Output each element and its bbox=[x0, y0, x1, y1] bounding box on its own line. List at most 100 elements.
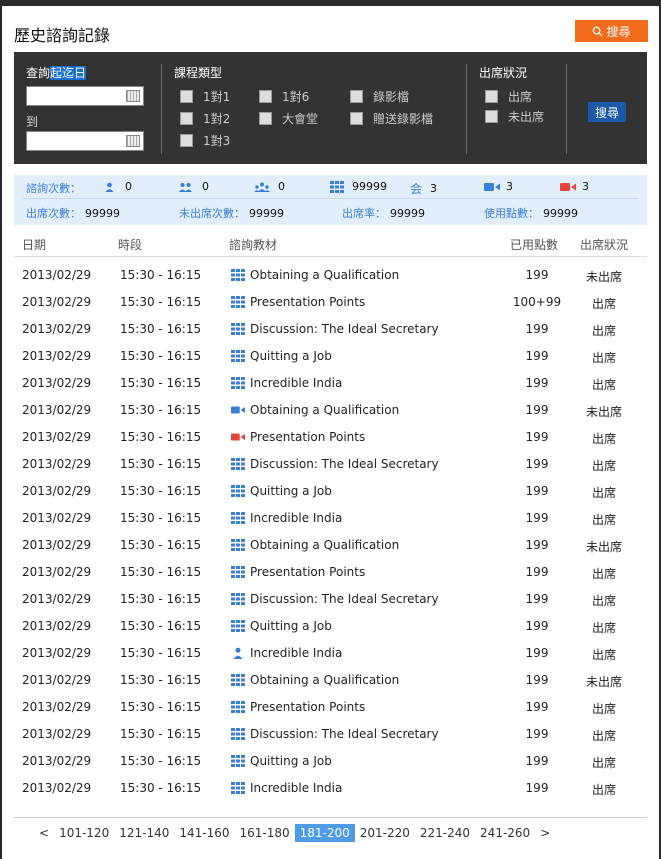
row-material[interactable]: Presentation Points bbox=[231, 700, 365, 714]
calendar-icon[interactable] bbox=[126, 90, 140, 102]
course-type-checkbox[interactable]: 1對2 bbox=[180, 110, 230, 127]
divider bbox=[161, 64, 162, 154]
row-material[interactable]: Discussion: The Ideal Secretary bbox=[231, 727, 439, 741]
row-material-label[interactable]: Quitting a Job bbox=[250, 619, 332, 633]
table-row: 2013/02/29 15:30 - 16:15 Obtaining a Quali… bbox=[14, 668, 647, 695]
row-material[interactable]: Discussion: The Ideal Secretary bbox=[231, 457, 439, 471]
course-type-checkbox[interactable]: 1對3 bbox=[180, 132, 230, 149]
checkbox[interactable] bbox=[485, 90, 498, 103]
row-material-label[interactable]: Incredible India bbox=[250, 781, 342, 795]
grid-icon bbox=[231, 728, 245, 740]
column-header-date: 日期 bbox=[22, 238, 47, 252]
checkbox[interactable] bbox=[350, 112, 363, 125]
checkbox[interactable] bbox=[350, 90, 363, 103]
row-material-label[interactable]: Discussion: The Ideal Secretary bbox=[250, 322, 439, 336]
row-material-label[interactable]: Presentation Points bbox=[250, 295, 365, 309]
row-material[interactable]: Incredible India bbox=[231, 781, 342, 795]
row-material[interactable]: Obtaining a Qualification bbox=[231, 673, 399, 687]
table-row: 2013/02/29 15:30 - 16:15 Presentation Poin… bbox=[14, 290, 647, 317]
end-date-field[interactable] bbox=[26, 131, 144, 151]
course-type-checkbox[interactable]: 1對6 bbox=[259, 88, 309, 105]
row-status: 未出席 bbox=[585, 270, 622, 284]
video-icon bbox=[484, 182, 500, 191]
row-material-label[interactable]: Incredible India bbox=[250, 646, 342, 660]
row-status: 出席 bbox=[591, 729, 616, 743]
row-material-label[interactable]: Incredible India bbox=[250, 511, 342, 525]
course-type-checkbox[interactable]: 大會堂 bbox=[259, 110, 318, 127]
filter-search-button[interactable]: 搜尋 bbox=[588, 102, 626, 122]
row-points: 199 bbox=[525, 565, 549, 579]
row-material-label[interactable]: Presentation Points bbox=[250, 565, 365, 579]
grid-icon bbox=[231, 701, 245, 713]
page-link[interactable]: 161-180 bbox=[234, 824, 294, 842]
row-time: 15:30 - 16:15 bbox=[120, 322, 202, 336]
row-material-label[interactable]: Incredible India bbox=[250, 376, 342, 390]
row-material[interactable]: Quitting a Job bbox=[231, 484, 332, 498]
row-material[interactable]: Obtaining a Qualification bbox=[231, 538, 399, 552]
row-material-label[interactable]: Discussion: The Ideal Secretary bbox=[250, 457, 439, 471]
row-material-label[interactable]: Obtaining a Qualification bbox=[250, 538, 399, 552]
row-material[interactable]: Discussion: The Ideal Secretary bbox=[231, 322, 439, 336]
prev-page-button[interactable]: < bbox=[34, 824, 54, 842]
stat-absent: 未出席次數： 99999 bbox=[179, 206, 284, 221]
next-page-button[interactable]: > bbox=[535, 824, 555, 842]
row-material[interactable]: Quitting a Job bbox=[231, 619, 332, 633]
row-material[interactable]: Incredible India bbox=[231, 511, 342, 525]
row-points: 199 bbox=[525, 538, 549, 552]
attendance-heading: 出席狀況 bbox=[479, 66, 528, 80]
page-link[interactable]: 221-240 bbox=[415, 824, 475, 842]
row-material-label[interactable]: Quitting a Job bbox=[250, 349, 332, 363]
attendance-checkbox[interactable]: 未出席 bbox=[485, 108, 544, 125]
row-material-label[interactable]: Quitting a Job bbox=[250, 754, 332, 768]
course-type-checkbox[interactable]: 1對1 bbox=[180, 88, 230, 105]
row-time: 15:30 - 16:15 bbox=[120, 538, 202, 552]
page-link[interactable]: 101-120 bbox=[54, 824, 114, 842]
row-material[interactable]: Quitting a Job bbox=[231, 754, 332, 768]
checkbox[interactable] bbox=[180, 90, 193, 103]
checkbox[interactable] bbox=[259, 112, 272, 125]
row-material[interactable]: Quitting a Job bbox=[231, 349, 332, 363]
calendar-icon[interactable] bbox=[126, 135, 140, 147]
row-material[interactable]: Obtaining a Qualification bbox=[231, 403, 399, 417]
checkbox[interactable] bbox=[259, 90, 272, 103]
checkbox[interactable] bbox=[180, 134, 193, 147]
page-link[interactable]: 181-200 bbox=[294, 824, 355, 842]
row-material-label[interactable]: Quitting a Job bbox=[250, 484, 332, 498]
row-material-label[interactable]: Presentation Points bbox=[250, 430, 365, 444]
row-material[interactable]: Obtaining a Qualification bbox=[231, 268, 399, 282]
checkbox[interactable] bbox=[180, 112, 193, 125]
top-search-button[interactable]: 搜尋 bbox=[575, 20, 648, 42]
row-material[interactable]: Presentation Points bbox=[231, 565, 365, 579]
divider bbox=[23, 198, 638, 199]
row-time: 15:30 - 16:15 bbox=[120, 376, 202, 390]
grid-icon bbox=[231, 350, 245, 362]
grid-icon bbox=[231, 674, 245, 686]
row-material-label[interactable]: Discussion: The Ideal Secretary bbox=[250, 727, 439, 741]
row-status: 出席 bbox=[591, 297, 616, 311]
row-material-label[interactable]: Presentation Points bbox=[250, 700, 365, 714]
page-link[interactable]: 241-260 bbox=[475, 824, 535, 842]
page-link[interactable]: 141-160 bbox=[174, 824, 234, 842]
row-material[interactable]: Incredible India bbox=[231, 376, 342, 390]
row-material[interactable]: Presentation Points bbox=[231, 430, 365, 444]
row-material-label[interactable]: Obtaining a Qualification bbox=[250, 268, 399, 282]
start-date-field[interactable] bbox=[26, 86, 144, 106]
checkbox[interactable] bbox=[485, 110, 498, 123]
row-status: 出席 bbox=[591, 378, 616, 392]
row-material[interactable]: Discussion: The Ideal Secretary bbox=[231, 592, 439, 606]
course-type-checkbox[interactable]: 錄影檔 bbox=[350, 88, 409, 105]
page-link[interactable]: 121-140 bbox=[114, 824, 174, 842]
row-material-label[interactable]: Discussion: The Ideal Secretary bbox=[250, 592, 439, 606]
row-material-label[interactable]: Obtaining a Qualification bbox=[250, 673, 399, 687]
row-date: 2013/02/29 bbox=[22, 295, 92, 309]
course-type-checkbox[interactable]: 贈送錄影檔 bbox=[350, 110, 433, 127]
table-row: 2013/02/29 15:30 - 16:15 Discussion: The I… bbox=[14, 317, 647, 344]
table-row: 2013/02/29 15:30 - 16:15 Quitting a Job 199… bbox=[14, 479, 647, 506]
row-material[interactable]: Presentation Points bbox=[231, 295, 365, 309]
row-material[interactable]: Incredible India bbox=[231, 646, 342, 660]
attendance-checkbox[interactable]: 出席 bbox=[485, 88, 532, 105]
page-link[interactable]: 201-220 bbox=[355, 824, 415, 842]
row-material-label[interactable]: Obtaining a Qualification bbox=[250, 403, 399, 417]
row-date: 2013/02/29 bbox=[22, 673, 92, 687]
row-time: 15:30 - 16:15 bbox=[120, 700, 202, 714]
